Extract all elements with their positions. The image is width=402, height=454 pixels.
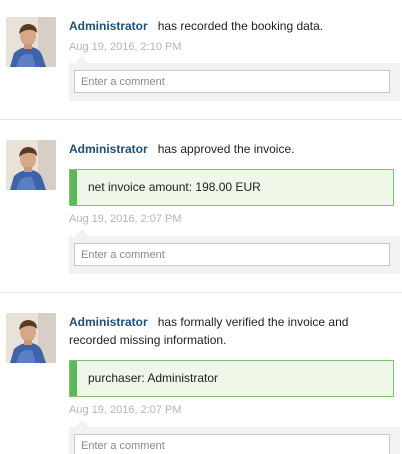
user-photo-icon [6, 313, 56, 363]
user-link[interactable]: Administrator [69, 142, 148, 156]
activity-feed: Administrator has recorded the booking da… [0, 0, 402, 454]
avatar [6, 140, 56, 190]
activity-text: Administrator has recorded the booking da… [69, 17, 394, 54]
user-photo-icon [6, 140, 56, 190]
comment-area [69, 420, 400, 454]
entry-divider [0, 292, 402, 293]
comment-area [69, 229, 400, 274]
activity-text: Administrator has approved the invoice. [69, 140, 394, 158]
avatar [6, 17, 56, 67]
comment-input[interactable] [74, 434, 390, 454]
activity-text: Administrator has formally verified the i… [69, 313, 362, 349]
comment-input[interactable] [74, 70, 390, 93]
activity-action: has approved the invoice. [157, 142, 295, 156]
user-link[interactable]: Administrator [69, 19, 148, 33]
timestamp: Aug 19, 2016, 2:10 PM [69, 41, 182, 53]
detail-box: net invoice amount: 198.00 EUR [69, 169, 394, 206]
timestamp: Aug 19, 2016, 2:07 PM [69, 404, 182, 416]
user-link[interactable]: Administrator [69, 315, 148, 329]
detail-text: purchaser: Administrator [88, 371, 219, 385]
avatar [6, 313, 56, 363]
activity-action: has recorded the booking data. [157, 19, 324, 33]
entry-divider [0, 119, 402, 120]
detail-box: purchaser: Administrator [69, 360, 394, 397]
detail-text: net invoice amount: 198.00 EUR [88, 180, 261, 194]
timestamp-row: Aug 19, 2016, 2:07 PM [69, 403, 394, 417]
timestamp-row: Aug 19, 2016, 2:07 PM [69, 212, 394, 226]
timestamp: Aug 19, 2016, 2:07 PM [69, 213, 182, 225]
comment-area [69, 56, 400, 101]
user-photo-icon [6, 17, 56, 67]
comment-input[interactable] [74, 243, 390, 266]
